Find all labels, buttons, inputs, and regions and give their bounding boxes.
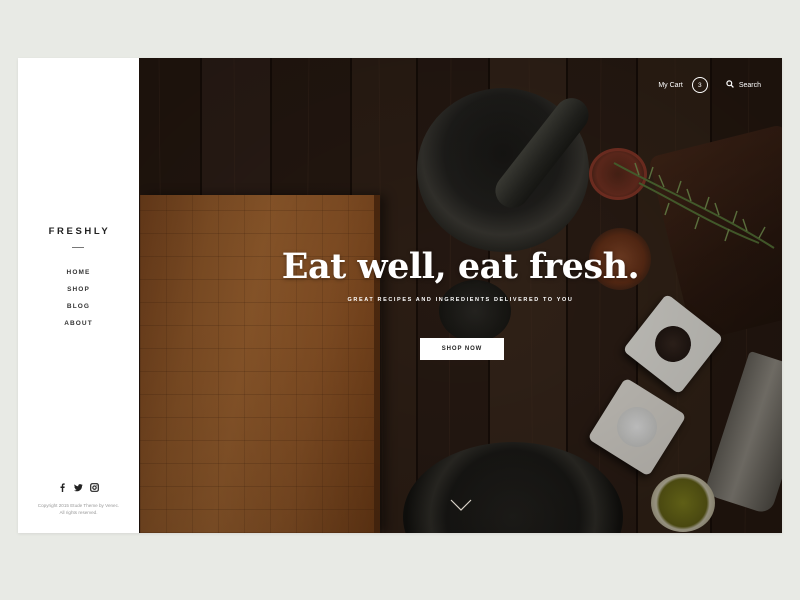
chevron-down-icon[interactable] xyxy=(450,498,472,512)
nav-item-blog[interactable]: BLOG xyxy=(18,298,139,315)
cart-button[interactable]: My Cart 3 xyxy=(658,77,708,93)
copyright-line: Copyright 2015 Etude Theme by Venec. xyxy=(37,503,120,508)
facebook-icon[interactable] xyxy=(58,479,67,492)
top-bar: My Cart 3 Search xyxy=(658,77,761,93)
hero-subheadline: GREAT RECIPES AND INGREDIENTS DELIVERED … xyxy=(347,297,574,303)
instagram-icon[interactable] xyxy=(90,479,99,492)
rights-line: All rights reserved. xyxy=(59,510,98,515)
hero-overlay xyxy=(139,58,782,533)
cart-label: My Cart xyxy=(658,81,683,89)
cart-count-badge: 3 xyxy=(691,77,708,93)
copyright-text: Copyright 2015 Etude Theme by Venec. All… xyxy=(26,502,131,516)
site-frame: FRESHLY HOME SHOP BLOG ABOUT Copyright 2… xyxy=(18,58,782,533)
nav-item-home[interactable]: HOME xyxy=(18,264,139,281)
search-icon xyxy=(726,80,734,90)
shop-now-button[interactable]: SHOP NOW xyxy=(420,338,504,360)
brand-divider xyxy=(72,247,84,248)
main-nav: HOME SHOP BLOG ABOUT xyxy=(18,264,139,332)
brand-logo[interactable]: FRESHLY xyxy=(18,226,139,237)
social-links xyxy=(18,479,139,492)
nav-item-shop[interactable]: SHOP xyxy=(18,281,139,298)
hero-headline: Eat well, eat fresh. xyxy=(281,246,640,287)
sidebar: FRESHLY HOME SHOP BLOG ABOUT Copyright 2… xyxy=(18,58,139,533)
hero-section: My Cart 3 Search Eat well, eat fresh. GR… xyxy=(139,58,782,533)
search-label: Search xyxy=(738,81,761,89)
search-button[interactable]: Search xyxy=(726,80,761,90)
twitter-icon[interactable] xyxy=(74,479,83,492)
nav-item-about[interactable]: ABOUT xyxy=(18,315,139,332)
